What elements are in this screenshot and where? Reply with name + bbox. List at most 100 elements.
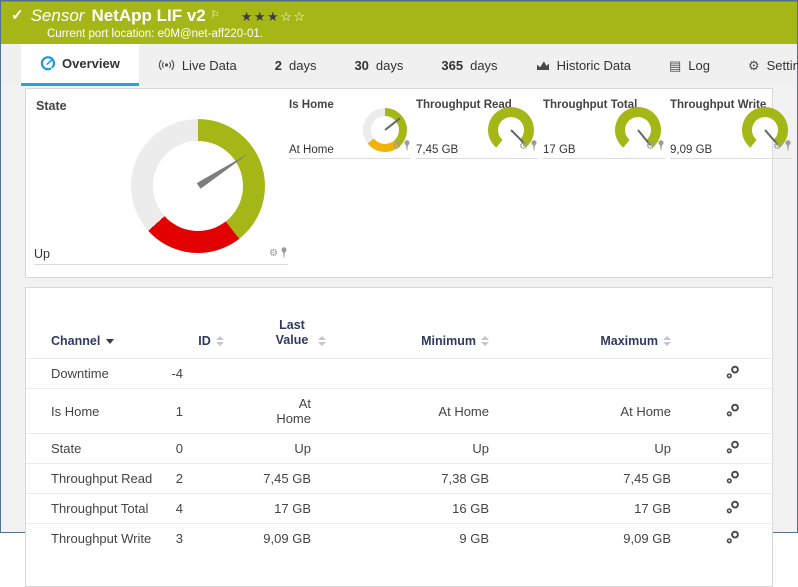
broadcast-icon: [158, 58, 175, 72]
gauge-settings-icon[interactable]: ⚙: [773, 142, 782, 152]
tab-label: Log: [688, 58, 710, 73]
gauge-settings-icon[interactable]: ⚙: [519, 142, 528, 152]
column-header-last-value[interactable]: Last Value: [261, 288, 336, 359]
tab-historic-data[interactable]: Historic Data: [517, 44, 650, 86]
channel-name: State: [26, 434, 161, 464]
pin-icon[interactable]: [784, 138, 792, 156]
flag-icon[interactable]: ⚐: [211, 6, 220, 26]
tab-365-days[interactable]: 365 days: [422, 44, 516, 86]
sort-icon: [481, 336, 489, 346]
tab-label: Live Data: [182, 58, 237, 73]
tab-2-days[interactable]: 2 days: [256, 44, 336, 86]
column-header-minimum[interactable]: Minimum: [336, 288, 516, 359]
table-row-is-home: Is Home 1 At Home At Home At Home: [26, 389, 774, 434]
table-row-throughput-total: Throughput Total 4 17 GB 16 GB 17 GB: [26, 494, 774, 524]
pin-icon[interactable]: [530, 138, 538, 156]
status-check-icon: ✓: [11, 6, 24, 26]
column-header-settings: [698, 288, 774, 359]
priority-stars[interactable]: ★★★☆☆: [241, 10, 307, 23]
channel-last-value: [261, 359, 336, 389]
sensor-status-message: Current port location: e0M@net-aff220-01…: [47, 28, 787, 40]
column-header-id[interactable]: ID: [161, 288, 261, 359]
channel-table-panel: Channel ID Last Value Minimum Maximum Do…: [25, 287, 773, 587]
gauge-settings-icon[interactable]: ⚙: [646, 142, 655, 152]
channel-minimum: [336, 359, 516, 389]
state-gauge-value: Up: [34, 247, 50, 261]
gauge-value: 17 GB: [543, 144, 576, 156]
channel-name: Throughput Read: [26, 464, 161, 494]
channel-settings-icon[interactable]: [726, 470, 740, 487]
channel-last-value: Up: [261, 434, 336, 464]
table-row-throughput-read: Throughput Read 2 7,45 GB 7,38 GB 7,45 G…: [26, 464, 774, 494]
table-row-state: State 0 Up Up Up: [26, 434, 774, 464]
channel-minimum: Up: [336, 434, 516, 464]
gauge-icon: [40, 56, 55, 71]
tab-30-days[interactable]: 30 days: [335, 44, 422, 86]
channel-settings-icon[interactable]: [726, 440, 740, 457]
tab-settings[interactable]: ⚙ Settings: [729, 44, 798, 86]
gear-icon: ⚙: [748, 59, 760, 72]
tab-number: 365: [441, 58, 463, 73]
tab-number: 30: [354, 58, 368, 73]
gauge-value: 9,09 GB: [670, 144, 712, 156]
gauge-tile-is-home: Is Home At Home ⚙: [289, 97, 411, 159]
page-title: NetApp LIF v2: [91, 6, 205, 26]
column-header-maximum[interactable]: Maximum: [516, 288, 698, 359]
channel-id: 4: [161, 494, 261, 524]
channel-minimum: 9 GB: [336, 524, 516, 554]
table-row-downtime: Downtime -4: [26, 359, 774, 389]
sensor-header: ✓ Sensor NetApp LIF v2 ⚐ ★★★☆☆ Current p…: [1, 1, 797, 44]
channel-maximum: 17 GB: [516, 494, 698, 524]
area-chart-icon: [536, 59, 550, 71]
state-gauge[interactable]: [131, 119, 265, 253]
prtg-sensor-page: { "header": { "check_icon": "✓", "kind":…: [0, 0, 798, 533]
log-icon: ▤: [669, 59, 681, 72]
pin-icon[interactable]: [657, 138, 665, 156]
gauge-settings-icon[interactable]: ⚙: [269, 249, 278, 259]
state-gauge-hole: [153, 141, 243, 231]
channel-name: Is Home: [26, 389, 161, 434]
channel-settings-icon[interactable]: [726, 500, 740, 517]
column-header-channel[interactable]: Channel: [26, 288, 161, 359]
state-gauge-title: State: [36, 99, 67, 113]
tab-live-data[interactable]: Live Data: [139, 44, 256, 86]
gauge-value: At Home: [289, 144, 334, 156]
channel-name: Throughput Write: [26, 524, 161, 554]
gauge-value: 7,45 GB: [416, 144, 458, 156]
tab-label: days: [376, 58, 403, 73]
channel-id: 0: [161, 434, 261, 464]
channel-id: 2: [161, 464, 261, 494]
channel-id: 1: [161, 389, 261, 434]
channel-id: 3: [161, 524, 261, 554]
channel-last-value: 7,45 GB: [261, 464, 336, 494]
channel-last-value: 17 GB: [261, 494, 336, 524]
sort-icon: [216, 336, 224, 346]
table-row-throughput-write: Throughput Write 3 9,09 GB 9 GB 9,09 GB: [26, 524, 774, 554]
sort-icon: [663, 336, 671, 346]
tab-label: days: [289, 58, 316, 73]
pin-icon[interactable]: [403, 138, 411, 156]
channel-maximum: [516, 359, 698, 389]
gauges-panel: State Up ⚙ Is Home At Home ⚙: [25, 88, 773, 278]
tab-number: 2: [275, 58, 282, 73]
gauge-tile-throughput-read: Throughput Read 7,45 GB ⚙: [416, 97, 538, 159]
channel-minimum: 7,38 GB: [336, 464, 516, 494]
tab-overview[interactable]: Overview: [21, 44, 139, 86]
pin-icon[interactable]: [280, 247, 288, 261]
channel-minimum: 16 GB: [336, 494, 516, 524]
channel-maximum: 7,45 GB: [516, 464, 698, 494]
star-empty-icons[interactable]: ☆☆: [280, 9, 306, 24]
channel-settings-icon[interactable]: [726, 365, 740, 382]
gauge-settings-icon[interactable]: ⚙: [392, 142, 401, 152]
channel-name: Throughput Total: [26, 494, 161, 524]
star-filled-icons[interactable]: ★★★: [241, 9, 280, 24]
tab-bar: Overview Live Data 2 days 30 days 365 da…: [1, 44, 797, 86]
channel-settings-icon[interactable]: [726, 403, 740, 420]
channel-maximum: 9,09 GB: [516, 524, 698, 554]
gauge-tile-throughput-write: Throughput Write 9,09 GB ⚙: [670, 97, 792, 159]
tab-log[interactable]: ▤ Log: [650, 44, 729, 86]
channel-minimum: At Home: [336, 389, 516, 434]
sort-desc-icon: [106, 339, 114, 344]
tab-label: Overview: [62, 56, 120, 71]
mini-gauge-row: Is Home At Home ⚙ Throughput Read: [289, 97, 797, 159]
